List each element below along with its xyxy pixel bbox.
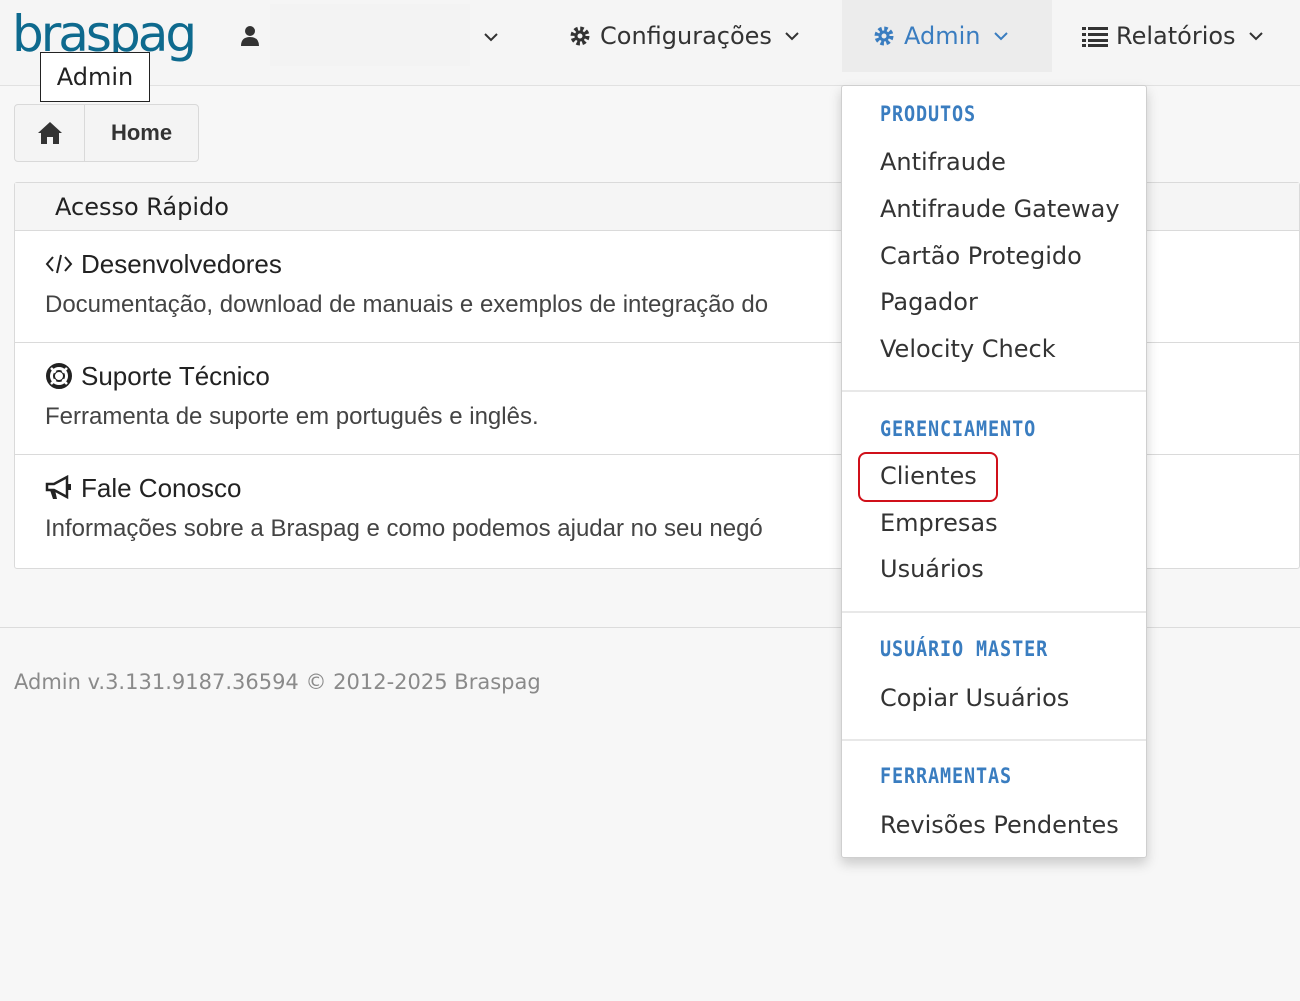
nav-admin[interactable]: Admin	[842, 0, 1052, 72]
row-title[interactable]: Fale Conosco	[81, 473, 241, 504]
logo-tooltip: Admin	[40, 52, 150, 102]
chevron-down-icon	[1248, 32, 1263, 41]
dropdown-section-header: USUÁRIO MASTER	[880, 637, 1049, 661]
navbar: braspag Configurações Admin Relatórios	[0, 0, 1300, 86]
footer-version: Admin v.3.131.9187.36594 © 2012-2025 Bra…	[14, 670, 541, 694]
menu-item-cartao-protegido[interactable]: Cartão Protegido	[880, 242, 1082, 270]
dropdown-divider	[842, 390, 1146, 392]
nav-configuracoes-label: Configurações	[600, 22, 772, 50]
nav-relatorios[interactable]: Relatórios	[1082, 0, 1266, 72]
highlight-box	[858, 452, 998, 502]
breadcrumb: Home	[14, 104, 199, 162]
menu-item-antifraude[interactable]: Antifraude	[880, 148, 1006, 176]
nav-configuracoes[interactable]: Configurações	[568, 0, 802, 72]
dropdown-section-header: FERRAMENTAS	[880, 764, 1013, 788]
list-icon	[1082, 27, 1108, 47]
lifebuoy-icon	[46, 363, 72, 389]
menu-item-copiar-usuarios[interactable]: Copiar Usuários	[880, 684, 1069, 712]
menu-item-empresas[interactable]: Empresas	[880, 509, 998, 537]
bullhorn-icon	[45, 475, 71, 500]
user-name-field[interactable]	[270, 4, 470, 66]
menu-item-pagador[interactable]: Pagador	[880, 288, 978, 316]
nav-admin-label: Admin	[904, 22, 981, 50]
code-icon	[45, 254, 73, 274]
menu-item-revisoes-pendentes[interactable]: Revisões Pendentes	[880, 811, 1119, 839]
cog-icon	[874, 26, 894, 46]
chevron-down-icon	[993, 32, 1008, 41]
menu-item-usuarios[interactable]: Usuários	[880, 555, 984, 583]
admin-dropdown-menu: PRODUTOS Antifraude Antifraude Gateway C…	[841, 85, 1147, 858]
chevron-down-icon[interactable]	[480, 26, 502, 48]
nav-relatorios-label: Relatórios	[1116, 22, 1236, 50]
dropdown-divider	[842, 739, 1146, 741]
cog-icon	[570, 26, 590, 46]
chevron-down-icon	[785, 32, 799, 41]
breadcrumb-home-button[interactable]	[15, 105, 85, 161]
row-title[interactable]: Desenvolvedores	[81, 249, 282, 280]
breadcrumb-home-label[interactable]: Home	[85, 105, 198, 161]
dropdown-section-header: PRODUTOS	[880, 102, 977, 126]
dropdown-section-header: GERENCIAMENTO	[880, 417, 1037, 441]
menu-item-antifraude-gateway[interactable]: Antifraude Gateway	[880, 195, 1120, 223]
dropdown-divider	[842, 611, 1146, 613]
row-title[interactable]: Suporte Técnico	[81, 361, 270, 392]
menu-item-velocity-check[interactable]: Velocity Check	[880, 335, 1056, 363]
home-icon	[37, 122, 62, 144]
user-icon[interactable]	[238, 24, 262, 48]
